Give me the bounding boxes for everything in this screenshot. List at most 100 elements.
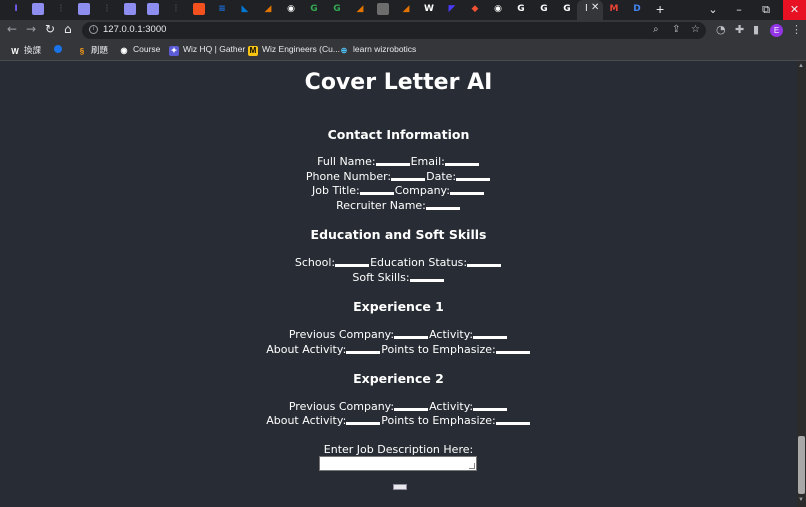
full-name-input[interactable]	[375, 163, 410, 166]
job-description-textarea[interactable]	[319, 456, 477, 471]
tab-favicon-icon: G	[310, 4, 318, 14]
browser-tab[interactable]: ⋮	[55, 3, 69, 17]
email-input[interactable]	[444, 163, 479, 166]
tab-favicon-icon: ⋮	[171, 4, 181, 14]
company-input[interactable]	[449, 192, 484, 195]
browser-tab[interactable]: ⋮	[170, 3, 184, 17]
forward-icon[interactable]: →	[26, 22, 36, 36]
restore-icon[interactable]: ⧉	[758, 0, 774, 20]
browser-tab[interactable]	[78, 3, 92, 17]
prev-company-1-input[interactable]	[394, 336, 429, 339]
experience-1-row-1: Previous Company: Activity:	[0, 328, 797, 342]
tab-favicon-icon: ⋮	[56, 4, 66, 14]
submit-button[interactable]	[393, 484, 407, 490]
browser-tab[interactable]	[124, 3, 138, 17]
extensions-puzzle-icon[interactable]: ✚	[735, 23, 744, 36]
school-input[interactable]	[335, 264, 370, 267]
tab-search-icon[interactable]: ⌄	[706, 0, 720, 20]
browser-tab[interactable]: ◤	[446, 3, 460, 17]
points-1-input[interactable]	[495, 351, 530, 354]
bookmark-item[interactable]: M Wiz Engineers (Cu...	[248, 44, 340, 56]
browser-toolbar: ← → ↻ ⌂ i 127.0.0.1:3000 ⌕ ⇪ ☆	[0, 20, 806, 41]
side-panel-icon[interactable]: ▮	[753, 23, 759, 36]
bookmark-item[interactable]: ◉ Course	[119, 44, 161, 56]
about-activity-2-input[interactable]	[346, 422, 381, 425]
tab-favicon-icon: ◢	[356, 4, 364, 14]
scrollbar-thumb[interactable]	[798, 436, 805, 494]
browser-tab[interactable]: ◉	[492, 3, 506, 17]
browser-tab[interactable]: ⋮	[101, 3, 115, 17]
browser-tab[interactable]: ◉	[285, 3, 299, 17]
bookmark-star-icon[interactable]: ☆	[691, 24, 700, 35]
tab-favicon-icon	[147, 3, 159, 15]
browser-tab[interactable]: D	[631, 3, 645, 17]
soft-skills-label: Soft Skills:	[352, 271, 410, 284]
url-text: 127.0.0.1:3000	[103, 24, 167, 35]
browser-tab[interactable]: ◆	[469, 3, 483, 17]
home-icon[interactable]: ⌂	[64, 22, 72, 36]
browser-tab[interactable]: ◣	[239, 3, 253, 17]
job-title-input[interactable]	[359, 192, 394, 195]
prev-company-2-input[interactable]	[394, 408, 429, 411]
bookmark-item[interactable]: ✦ Wiz HQ | Gather	[169, 44, 245, 56]
date-input[interactable]	[456, 178, 491, 181]
browser-tab[interactable]: ≡	[216, 3, 230, 17]
browser-tab[interactable]: W	[423, 3, 437, 17]
bookmark-item[interactable]: ⊕ learn wizrobotics	[339, 44, 417, 56]
education-status-input[interactable]	[467, 264, 502, 267]
soft-skills-input[interactable]	[409, 279, 444, 282]
bookmark-item[interactable]: § 刷題	[77, 44, 108, 57]
back-icon[interactable]: ←	[7, 22, 17, 36]
share-icon[interactable]: ⇪	[672, 24, 680, 35]
scroll-down-icon[interactable]: ▼	[798, 497, 804, 503]
date-label: Date:	[426, 170, 457, 183]
menu-icon[interactable]: ⋮	[791, 23, 802, 36]
browser-tab[interactable]	[377, 3, 391, 17]
about-activity-1-label: About Activity:	[266, 343, 347, 356]
scroll-up-icon[interactable]: ▲	[798, 63, 804, 69]
browser-tab[interactable]	[193, 3, 207, 17]
reload-icon[interactable]: ↻	[45, 22, 55, 36]
company-label: Company:	[394, 184, 450, 197]
site-info-icon[interactable]: i	[89, 25, 98, 34]
browser-tab[interactable]: G	[308, 3, 322, 17]
tab-favicon-icon: G	[563, 4, 571, 14]
activity-2-label: Activity:	[429, 400, 474, 413]
tab-favicon-icon: I	[14, 4, 18, 14]
browser-tab[interactable]: G	[561, 3, 575, 17]
tab-favicon-icon: M	[609, 4, 619, 14]
bookmark-item[interactable]	[54, 44, 66, 54]
browser-tab[interactable]: G	[538, 3, 552, 17]
extension-icon[interactable]: ◔	[716, 23, 726, 36]
bookmark-item[interactable]: W 換課	[10, 44, 41, 57]
close-window-icon[interactable]: ✕	[783, 0, 806, 20]
zoom-icon[interactable]: ⌕	[653, 24, 659, 35]
education-row-1: School: Education Status:	[0, 256, 797, 270]
browser-tab[interactable]	[32, 3, 46, 17]
profile-avatar[interactable]: E	[770, 24, 783, 37]
about-activity-1-input[interactable]	[346, 351, 381, 354]
recruiter-input[interactable]	[425, 207, 460, 210]
browser-tab[interactable]: G	[331, 3, 345, 17]
activity-2-input[interactable]	[473, 408, 508, 411]
browser-tab[interactable]: ◢	[400, 3, 414, 17]
minimize-icon[interactable]: –	[731, 0, 747, 20]
activity-1-input[interactable]	[473, 336, 508, 339]
page-scrollbar[interactable]: ▲ ▼	[797, 61, 806, 507]
resize-grip-icon[interactable]	[469, 463, 475, 469]
address-bar[interactable]: i 127.0.0.1:3000 ⌕ ⇪ ☆	[82, 22, 706, 39]
browser-tab[interactable]: I	[10, 3, 24, 17]
browser-tab[interactable]	[147, 3, 161, 17]
new-tab-icon[interactable]: +	[656, 1, 664, 17]
browser-tab[interactable]: G	[515, 3, 529, 17]
tab-favicon-icon	[124, 3, 136, 15]
close-tab-icon[interactable]: ✕	[591, 2, 599, 13]
leetcode-icon: §	[79, 47, 85, 56]
browser-tab[interactable]: M	[608, 3, 622, 17]
points-2-input[interactable]	[495, 422, 530, 425]
wikipedia-icon: W	[11, 47, 19, 56]
browser-tab[interactable]: ◢	[262, 3, 276, 17]
browser-tab[interactable]: ◢	[354, 3, 368, 17]
phone-input[interactable]	[391, 178, 426, 181]
bookmarks-bar: W 換課 § 刷題 ◉ Course ✦ Wiz HQ | Gather M Wiz En…	[0, 41, 806, 61]
